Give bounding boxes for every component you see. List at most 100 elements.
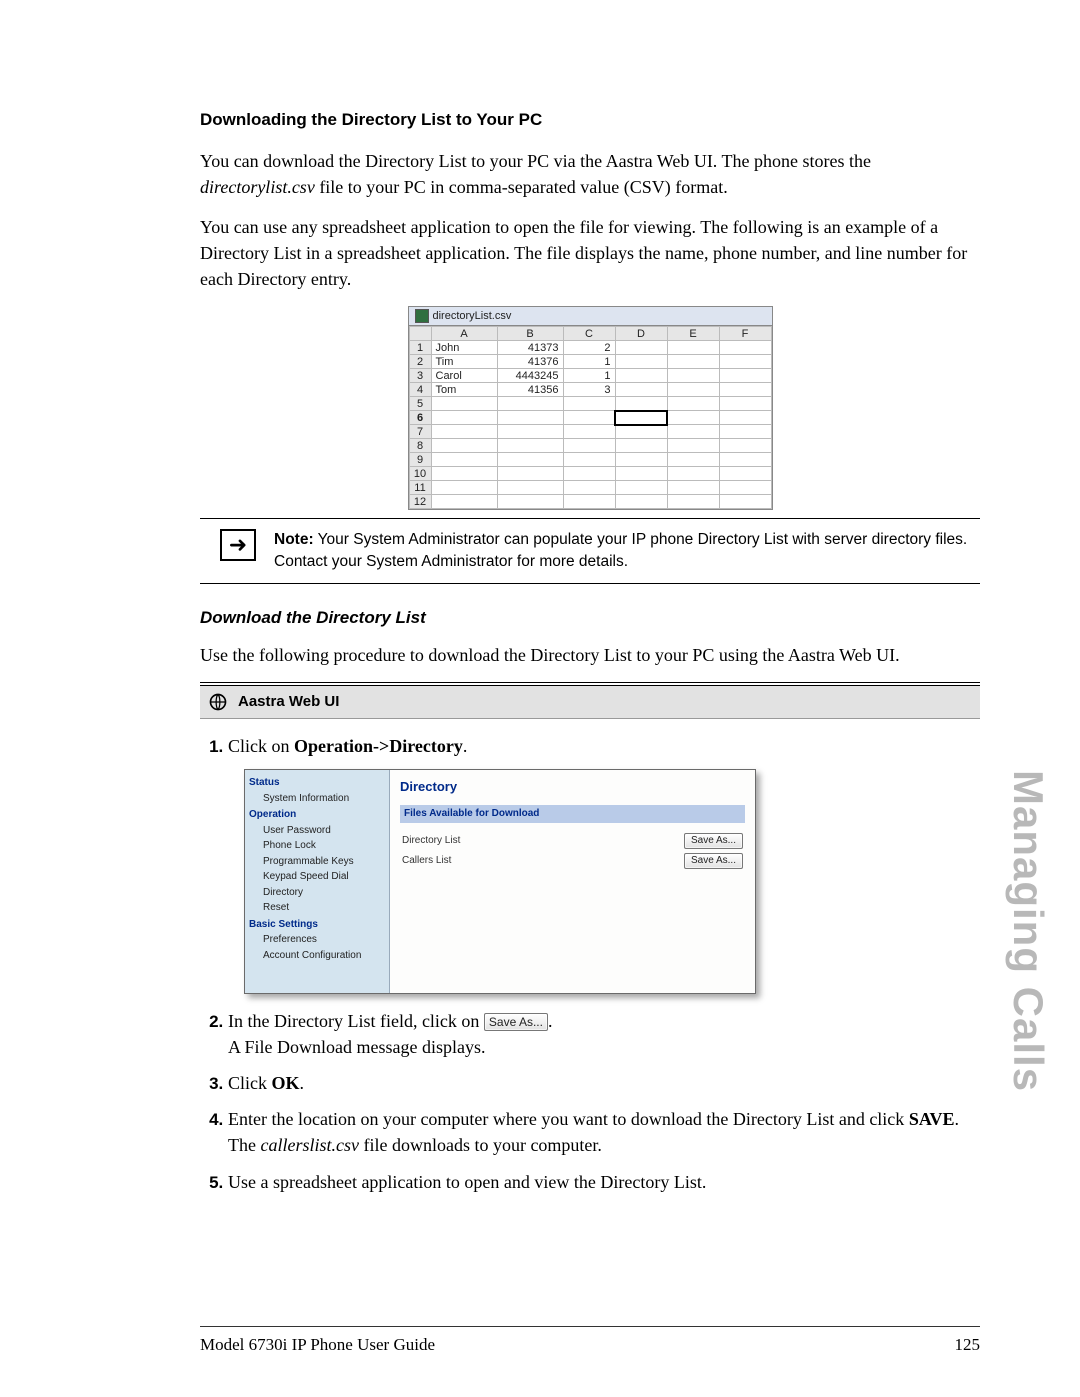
save-as-button[interactable]: Save As... [684,853,743,869]
cell [563,397,615,411]
cell: 41376 [497,355,563,369]
cell [431,467,497,481]
cell [667,453,719,467]
cell [667,341,719,355]
cell [615,369,667,383]
row-11-head: 11 [409,481,431,495]
sidebar-item[interactable]: User Password [249,824,385,839]
sidebar-item[interactable]: Keypad Speed Dial [249,870,385,885]
step-4-end: . [955,1109,960,1129]
save-as-button[interactable]: Save As... [684,833,743,849]
cell [431,411,497,425]
grid-corner [409,327,431,341]
row-6-head: 6 [409,411,431,425]
row-9-head: 9 [409,453,431,467]
step-4-bold: SAVE [909,1109,955,1129]
webui-main: Directory Files Available for Download D… [390,770,755,993]
webui-title: Directory [400,778,745,797]
step-4-text: Enter the location on your computer wher… [228,1109,909,1129]
cell [719,467,771,481]
cell [497,397,563,411]
cell [667,467,719,481]
cell [431,397,497,411]
globe-icon [208,692,228,712]
cell: Carol [431,369,497,383]
spreadsheet-filename: directoryList.csv [433,310,512,322]
step-1-end: . [463,736,468,756]
cell [615,341,667,355]
cell [431,495,497,509]
col-E: E [667,327,719,341]
paragraph-3: Use the following procedure to download … [200,642,980,668]
selected-cell [615,411,667,425]
col-F: F [719,327,771,341]
cell [667,425,719,439]
step-3-bold: OK [272,1073,300,1093]
cell [615,439,667,453]
note-arrow-icon: ➜ [220,529,256,561]
step-3: Click OK. [228,1070,980,1096]
sidebar-item[interactable]: Reset [249,901,385,916]
cell: 4443245 [497,369,563,383]
section-side-tab: Managing Calls [1004,770,1052,1092]
note-text: Note: Your System Administrator can popu… [274,529,980,572]
step-1-text: Click on [228,736,294,756]
cell [563,439,615,453]
steps-list: Click on Operation->Directory. Status Sy… [200,733,980,1195]
p1c: file to your PC in comma-separated value… [315,177,728,197]
step-1: Click on Operation->Directory. Status Sy… [228,733,980,994]
cell [719,495,771,509]
cell [563,495,615,509]
save-as-button-inline[interactable]: Save As... [484,1013,548,1031]
webui-bar: Aastra Web UI [200,686,980,719]
sidebar-item[interactable]: Preferences [249,933,385,948]
note-block: ➜ Note: Your System Administrator can po… [200,518,980,583]
cell [719,383,771,397]
cell [667,481,719,495]
step-5: Use a spreadsheet application to open an… [228,1169,980,1195]
sidebar-basic-head: Basic Settings [249,918,385,933]
webui-bar-wrap: Aastra Web UI [200,682,980,719]
sidebar-item[interactable]: Programmable Keys [249,855,385,870]
step-2: In the Directory List field, click on Sa… [228,1008,980,1060]
webui-sidebar: Status System Information Operation User… [245,770,390,993]
cell [615,467,667,481]
cell [615,397,667,411]
cell [497,453,563,467]
cell [497,481,563,495]
cell [431,425,497,439]
cell: Tim [431,355,497,369]
webui-bar-label: Aastra Web UI [238,693,339,710]
webui-screenshot: Status System Information Operation User… [244,769,756,994]
file-row: Directory List Save As... [400,833,745,849]
cell [719,411,771,425]
sidebar-item[interactable]: Account Configuration [249,949,385,964]
cell [667,495,719,509]
cell: 1 [563,355,615,369]
cell [667,397,719,411]
sidebar-item[interactable]: System Information [249,792,385,807]
row-5-head: 5 [409,397,431,411]
step-1-bold: Operation->Directory [294,736,463,756]
cell [497,495,563,509]
cell [719,397,771,411]
cell [719,341,771,355]
file-row: Callers List Save As... [400,853,745,869]
sidebar-item[interactable]: Phone Lock [249,839,385,854]
p1a: You can download the Directory List to y… [200,151,871,171]
cell [497,467,563,481]
spreadsheet-titlebar: directoryList.csv [409,307,772,326]
sidebar-item-directory[interactable]: Directory [249,886,385,901]
cell: 41373 [497,341,563,355]
cell [615,495,667,509]
note-body: Your System Administrator can populate y… [274,531,967,570]
cell: 41356 [497,383,563,397]
step-4: Enter the location on your computer wher… [228,1106,980,1158]
row-8-head: 8 [409,439,431,453]
step-4-line2a: The [228,1135,260,1155]
row-4-head: 4 [409,383,431,397]
cell [719,481,771,495]
step-4-italic: callerslist.csv [260,1135,358,1155]
col-D: D [615,327,667,341]
cell [719,355,771,369]
